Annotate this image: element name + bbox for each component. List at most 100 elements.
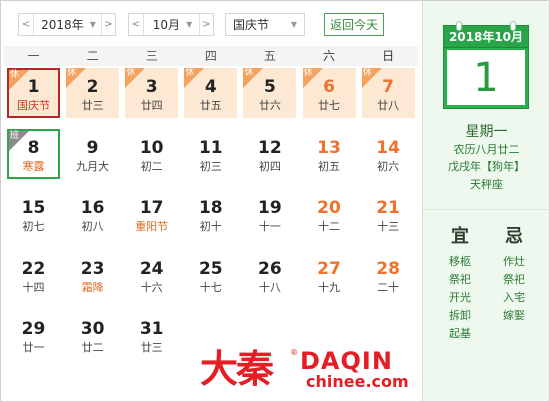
day-number: 8 <box>27 137 40 158</box>
day-lunar-label: 寒露 <box>22 159 45 173</box>
day-lunar-label: 初二 <box>140 159 163 173</box>
panel-divider <box>423 209 549 210</box>
calendar-day-cell[interactable]: 31 廿三 <box>125 310 178 360</box>
calendar-day-cell[interactable]: 28 二十 <box>362 250 415 300</box>
calendar-day-cell[interactable]: 15 初七 <box>7 189 60 239</box>
calendar-day-cell[interactable]: 休 4 廿五 <box>184 68 238 118</box>
ji-item: 作灶 <box>503 255 525 268</box>
calendar-day-cell[interactable]: 休 2 廿三 <box>66 68 120 118</box>
day-lunar-label: 十六 <box>140 280 163 294</box>
calendar-day-cell[interactable]: 25 十七 <box>184 250 237 300</box>
day-number: 18 <box>198 198 223 218</box>
weekday-label: 日 <box>382 49 395 63</box>
day-lunar-label: 十四 <box>22 280 45 294</box>
calendar-day-cell[interactable]: 18 初十 <box>184 189 237 239</box>
day-lunar-label: 十二 <box>318 220 340 233</box>
panel-zodiac: 天秤座 <box>470 178 503 191</box>
chevron-down-icon: ▼ <box>186 20 193 29</box>
calendar-day-cell[interactable]: 11 初三 <box>184 129 237 179</box>
calendar-day-cell[interactable]: 26 十八 <box>243 250 296 300</box>
calendar-day-cell[interactable]: 9 九月大 <box>66 129 119 179</box>
year-value: 2018年 <box>41 18 84 32</box>
day-lunar-label: 二十 <box>377 280 400 294</box>
day-number: 1 <box>27 77 40 97</box>
weekday-label: 一 <box>27 49 40 63</box>
panel-ganzhi-year: 戊戌年【狗年】 <box>448 160 525 173</box>
day-lunar-label: 初三 <box>199 159 222 173</box>
day-number: 19 <box>258 198 282 218</box>
day-lunar-label: 十一 <box>258 220 281 233</box>
day-number: 13 <box>317 137 341 158</box>
calendar-day-cell[interactable]: 20 十二 <box>303 189 356 239</box>
calendar-day-cell[interactable]: 16 初八 <box>66 189 119 239</box>
calendar-day-cell[interactable]: 休 5 廿六 <box>243 68 297 118</box>
logo-cn: 大秦 <box>200 346 274 391</box>
day-lunar-label: 十七 <box>199 280 222 294</box>
logo-en: DAQIN <box>300 347 393 375</box>
day-lunar-label: 重阳节 <box>135 220 169 233</box>
yi-item: 移柩 <box>449 255 471 268</box>
calendar-day-cell[interactable]: 27 十九 <box>303 250 356 300</box>
calendar-day-cell[interactable]: 13 初五 <box>303 129 356 179</box>
day-number: 28 <box>376 258 400 279</box>
weekday-label: 三 <box>145 49 158 63</box>
day-number: 9 <box>86 137 99 158</box>
calendar-day-cell[interactable]: 休 6 廿七 <box>302 68 356 118</box>
chevron-down-icon: ▼ <box>89 20 96 29</box>
calendar-day-cell[interactable]: 30 廿二 <box>66 310 119 360</box>
prev-year-button[interactable]: < <box>19 14 33 35</box>
day-number: 14 <box>376 137 400 158</box>
day-lunar-label: 初七 <box>22 220 45 233</box>
next-year-button[interactable]: > <box>101 14 115 35</box>
calendar-day-cell[interactable]: 19 十一 <box>243 189 296 239</box>
calendar-day-cell[interactable]: 休 1 国庆节 <box>7 68 60 118</box>
day-number: 16 <box>80 198 105 218</box>
panel-lunar-date: 农历八月廿二 <box>453 143 520 156</box>
calendar-day-cell[interactable]: 24 十六 <box>125 250 178 300</box>
day-lunar-label: 廿七 <box>318 99 340 112</box>
day-lunar-label: 廿六 <box>258 99 281 112</box>
weekday-label: 二 <box>86 49 99 63</box>
day-lunar-label: 十三 <box>377 220 400 233</box>
day-number: 6 <box>323 77 335 97</box>
day-lunar-label: 国庆节 <box>17 99 50 112</box>
calendar-day-cell[interactable]: 29 廿一 <box>7 310 60 360</box>
day-number: 12 <box>258 137 282 158</box>
day-lunar-label: 廿二 <box>81 341 104 354</box>
calendar-day-cell[interactable]: 23 霜降 <box>66 250 119 300</box>
calendar-day-cell[interactable]: 22 十四 <box>7 250 60 300</box>
day-lunar-label: 初四 <box>258 159 281 173</box>
ji-column: 忌 作灶 祭祀 入宅 嫁娶 <box>489 225 539 325</box>
month-selector: < 10月 ▼ > <box>128 13 214 36</box>
calendar-day-cell[interactable]: 休 7 廿八 <box>361 68 415 118</box>
day-lunar-label: 廿一 <box>22 341 45 354</box>
day-number: 4 <box>204 77 217 97</box>
day-lunar-label: 廿八 <box>377 99 400 112</box>
calendar-day-cell[interactable]: 17 重阳节 <box>125 189 178 239</box>
day-number: 10 <box>139 137 164 158</box>
calendar-day-cell[interactable]: 21 十三 <box>362 189 415 239</box>
ji-item: 入宅 <box>503 291 525 304</box>
prev-month-button[interactable]: < <box>129 14 143 35</box>
calendar-day-cell[interactable]: 休 3 廿四 <box>125 68 179 118</box>
logo-domain: chinee.com <box>306 372 409 391</box>
calendar-day-cell[interactable]: 10 初二 <box>125 129 178 179</box>
back-to-today-button[interactable]: 返回今天 <box>324 13 384 36</box>
day-number: 21 <box>376 198 400 218</box>
calendar-toolbar: < 2018年 ▼ > < 10月 ▼ > 国庆节 ▼ 返回今天 <box>0 0 422 45</box>
date-card-day: 1 <box>447 50 525 105</box>
month-dropdown[interactable]: 10月 ▼ <box>143 14 199 35</box>
calendar-day-cell[interactable]: 14 初六 <box>362 129 415 179</box>
year-dropdown[interactable]: 2018年 ▼ <box>33 14 101 35</box>
day-number: 7 <box>382 77 395 97</box>
holiday-dropdown[interactable]: 国庆节 ▼ <box>225 13 305 36</box>
day-lunar-label: 初六 <box>377 159 400 173</box>
day-lunar-label: 廿三 <box>140 341 163 354</box>
yi-item: 起基 <box>449 327 471 340</box>
ji-item: 祭祀 <box>503 273 525 286</box>
calendar-day-cell[interactable]: 班 8 寒露 <box>7 128 60 179</box>
calendar-day-cell[interactable]: 12 初四 <box>243 129 296 179</box>
next-month-button[interactable]: > <box>199 14 213 35</box>
day-lunar-label: 廿五 <box>199 99 222 112</box>
day-number: 26 <box>258 258 282 279</box>
